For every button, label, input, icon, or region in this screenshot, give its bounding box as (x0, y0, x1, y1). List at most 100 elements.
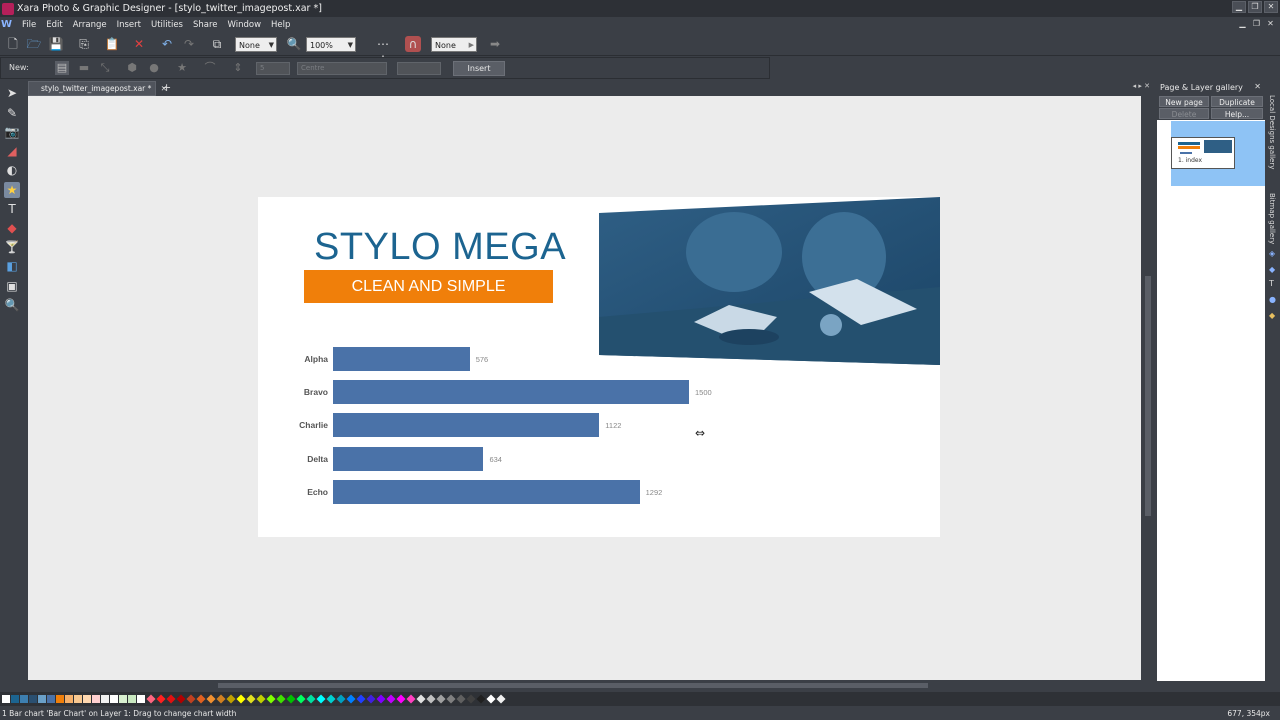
curve-icon[interactable]: ⌒ (203, 61, 217, 75)
palette-swatch[interactable] (486, 694, 496, 704)
photo-tool-icon[interactable]: 📷 (4, 124, 20, 140)
bar-charlie[interactable] (333, 413, 600, 438)
arrow-right-icon[interactable]: ➡ (487, 36, 503, 52)
add-tab-icon[interactable]: + (162, 81, 171, 95)
menu-help[interactable]: Help (266, 20, 295, 30)
redo-icon[interactable]: ↷ (181, 36, 197, 52)
horizontal-scroll-thumb[interactable] (218, 683, 928, 688)
fill-tool-icon[interactable]: ◆ (4, 220, 20, 236)
circle-icon[interactable]: ● (147, 61, 161, 75)
doc-close-button[interactable]: ✕ (1265, 18, 1276, 29)
page-thumbnail-row[interactable]: ▸ 1. index (1171, 121, 1265, 186)
palette-swatch[interactable] (29, 695, 37, 703)
palette-swatch[interactable] (11, 695, 19, 703)
palette-swatch[interactable] (346, 694, 356, 704)
menu-file[interactable]: File (17, 20, 41, 30)
subtitle-banner[interactable]: CLEAN AND SIMPLE (304, 270, 553, 303)
open-folder-icon[interactable]: 🗁 (26, 36, 42, 52)
palette-swatch[interactable] (456, 694, 466, 704)
stepper-icon[interactable]: ⇕ (231, 61, 245, 75)
palette-swatch[interactable] (256, 694, 266, 704)
clipart-gallery-icon[interactable]: ◆ (1269, 311, 1275, 320)
magnet-icon[interactable]: ∩ (405, 36, 421, 52)
palette-swatch[interactable] (83, 695, 91, 703)
menu-share[interactable]: Share (188, 20, 223, 30)
palette-swatch[interactable] (156, 694, 166, 704)
bitmap-gallery-tab[interactable]: Bitmap gallery (1268, 193, 1276, 244)
expand-icon[interactable]: ⤡ (98, 61, 112, 75)
palette-swatch[interactable] (47, 695, 55, 703)
quickshape-tool-icon[interactable]: ★ (4, 182, 20, 198)
palette-swatch[interactable] (56, 695, 64, 703)
palette-swatch[interactable] (65, 695, 73, 703)
save-icon[interactable]: 💾 (48, 36, 64, 52)
menu-arrange[interactable]: Arrange (68, 20, 112, 30)
bar-delta[interactable] (333, 446, 484, 471)
undo-icon[interactable]: ↶ (159, 36, 175, 52)
close-window-button[interactable]: ✕ (1264, 1, 1278, 13)
palette-swatch[interactable] (436, 694, 446, 704)
tab-nav-arrows-icon[interactable]: ◂ ▸ ✕ (1133, 82, 1150, 90)
new-page-button[interactable]: New page (1159, 96, 1209, 107)
doc-minimize-button[interactable]: ▁ (1237, 18, 1248, 29)
palette-swatch[interactable] (38, 695, 46, 703)
palette-swatch[interactable] (186, 694, 196, 704)
layers-icon[interactable]: ◈ (1269, 249, 1275, 258)
rectangle-shape-icon[interactable]: ▤ (55, 61, 69, 75)
palette-swatch[interactable] (236, 694, 246, 704)
gallery-scrollbar[interactable] (1157, 681, 1265, 691)
gallery-close-icon[interactable]: ✕ (1254, 82, 1261, 91)
menu-window[interactable]: Window (223, 20, 267, 30)
palette-swatch[interactable] (176, 694, 186, 704)
palette-swatch[interactable] (306, 694, 316, 704)
transparency-tool-icon[interactable]: 🍸 (4, 239, 20, 255)
restore-button[interactable]: ❐ (1248, 1, 1262, 13)
doc-restore-button[interactable]: ❐ (1251, 18, 1262, 29)
palette-swatch[interactable] (466, 694, 476, 704)
star-icon[interactable]: ★ (175, 61, 189, 75)
palette-swatch[interactable] (416, 694, 426, 704)
new-document-icon[interactable]: 🗋 (5, 36, 21, 52)
text-tool-icon[interactable]: T (4, 201, 20, 217)
zoom-tool-icon[interactable]: 🔍 (4, 297, 20, 313)
vertical-scroll-thumb[interactable] (1145, 276, 1151, 516)
brand-title[interactable]: STYLO MEGA (314, 226, 566, 269)
points-select[interactable]: 5 (256, 62, 290, 75)
palette-swatch[interactable] (496, 694, 506, 704)
line-icon[interactable]: ▬ (77, 61, 91, 75)
help-button[interactable]: Help... (1211, 108, 1263, 119)
xara-logo-icon[interactable]: W (0, 19, 13, 30)
delete-icon[interactable]: ✕ (131, 36, 147, 52)
paste-icon[interactable]: 📋 (104, 36, 120, 52)
menu-edit[interactable]: Edit (41, 20, 67, 30)
palette-swatch[interactable] (266, 694, 276, 704)
palette-swatch[interactable] (446, 694, 456, 704)
palette-swatch[interactable] (316, 694, 326, 704)
eraser-tool-icon[interactable]: ◢ (4, 143, 20, 159)
palette-swatch[interactable] (396, 694, 406, 704)
palette-swatch[interactable] (286, 694, 296, 704)
snap-dots-icon[interactable]: ⋯⋮ (372, 36, 394, 67)
menu-utilities[interactable]: Utilities (146, 20, 188, 30)
palette-swatch[interactable] (356, 694, 366, 704)
palette-swatch[interactable] (216, 694, 226, 704)
zoom-level-select[interactable]: 100% ▼ (306, 37, 356, 52)
palette-swatch[interactable] (406, 694, 416, 704)
snap-select[interactable]: None ▶ (431, 37, 477, 52)
delete-button[interactable]: Delete (1159, 108, 1209, 119)
palette-swatch[interactable] (336, 694, 346, 704)
palette-swatch[interactable] (166, 694, 176, 704)
palette-swatch[interactable] (128, 695, 136, 703)
palette-swatch[interactable] (366, 694, 376, 704)
palette-swatch[interactable] (74, 695, 82, 703)
polygon-icon[interactable]: ⬢ (125, 61, 139, 75)
zoom-target-select[interactable]: None ▼ (235, 37, 277, 52)
photo-image[interactable] (599, 197, 940, 365)
fill-gallery-icon[interactable]: ◆ (1269, 265, 1275, 274)
size-field[interactable] (397, 62, 441, 75)
copy-icon[interactable]: ⎘ (76, 36, 92, 52)
zoom-to-page-icon[interactable]: ⧉ (209, 36, 225, 52)
local-designs-gallery-tab[interactable]: Local Designs gallery (1268, 95, 1276, 169)
alignment-select[interactable]: Centre (297, 62, 387, 75)
palette-swatch[interactable] (426, 694, 436, 704)
